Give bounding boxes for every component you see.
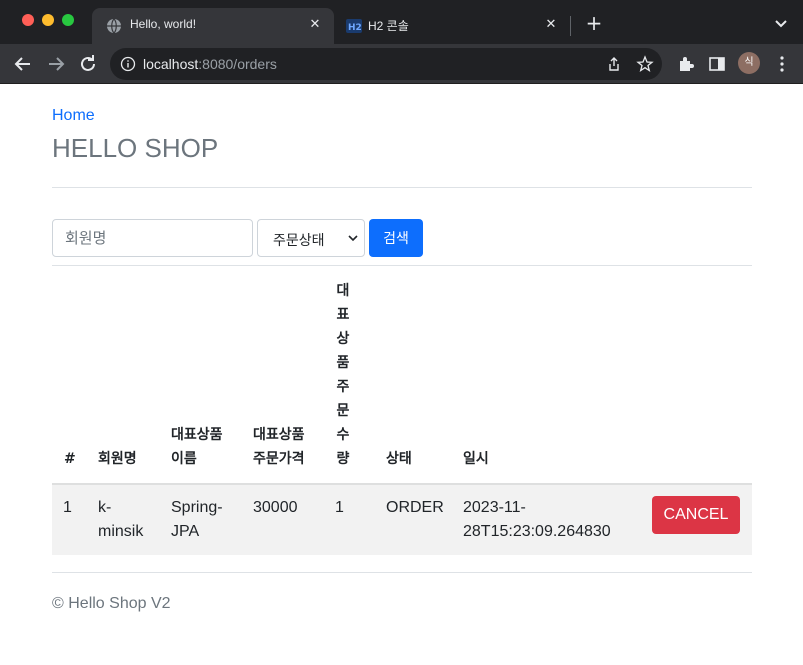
close-window-button[interactable] [22, 14, 34, 26]
footer-divider [52, 572, 752, 573]
cell-status: ORDER [386, 499, 444, 516]
url-host: localhost [143, 56, 199, 72]
col-header-item-name: 대표상품 이름 [171, 423, 223, 471]
header-char: 품 [336, 355, 350, 371]
tab-separator [570, 16, 571, 36]
cell-item-name: Spring- JPA [171, 496, 223, 544]
side-panel-icon[interactable] [707, 54, 727, 74]
member-name-input[interactable] [52, 219, 253, 257]
header-char: 대 [336, 283, 350, 299]
col-header-item-price: 대표상품 주문가격 [253, 423, 305, 471]
cancel-order-button[interactable]: CANCEL [652, 496, 740, 534]
cell-line: Spring- [171, 499, 223, 516]
header-char: 수 [336, 427, 350, 443]
header-divider [52, 187, 752, 188]
search-button[interactable]: 검색 [369, 219, 423, 257]
header-char: 표 [336, 307, 350, 323]
globe-icon [107, 18, 121, 34]
footer-text: © Hello Shop V2 [52, 595, 171, 612]
header-line: 이름 [171, 451, 197, 467]
header-char: 상 [336, 331, 350, 347]
table-row: 1 k- minsik Spring- JPA 30000 1 ORDER 20… [52, 485, 752, 555]
chevron-down-icon [348, 235, 358, 242]
tab-hello-world[interactable]: Hello, world! ✕ [92, 8, 334, 44]
tab-h2-console[interactable]: H2 H2 콘솔 ✕ [338, 8, 570, 44]
tab-strip: Hello, world! ✕ H2 H2 콘솔 ✕ + [0, 0, 803, 44]
info-icon[interactable] [120, 56, 136, 72]
svg-text:H2: H2 [348, 23, 362, 33]
close-tab-icon[interactable]: ✕ [542, 16, 560, 34]
reload-icon[interactable] [76, 52, 100, 76]
header-char: 주 [336, 379, 350, 395]
minimize-window-button[interactable] [42, 14, 54, 26]
back-arrow-icon[interactable] [11, 52, 35, 76]
extensions-puzzle-icon[interactable] [676, 54, 696, 74]
maximize-window-button[interactable] [62, 14, 74, 26]
url-path: :8080/orders [198, 56, 277, 72]
more-menu-icon[interactable] [774, 54, 790, 74]
col-header-status: 상태 [386, 451, 412, 467]
cell-line: 28T15:23:09.264830 [463, 523, 611, 540]
cell-index: 1 [63, 499, 72, 516]
address-bar[interactable]: localhost:8080/orders [110, 48, 662, 80]
share-icon[interactable] [606, 56, 622, 72]
header-line: 대표상품 [171, 427, 223, 443]
cell-line: JPA [171, 523, 200, 540]
header-char: 량 [336, 451, 350, 467]
header-char: 문 [336, 403, 350, 419]
browser-window: Hello, world! ✕ H2 H2 콘솔 ✕ + localhost:8… [0, 0, 803, 665]
cell-count: 1 [335, 499, 344, 516]
tab-title: H2 콘솔 [368, 19, 409, 33]
tab-title: Hello, world! [130, 17, 197, 31]
profile-avatar[interactable]: 식 [738, 52, 760, 74]
cell-member: k- minsik [98, 496, 143, 544]
cell-line: 2023-11- [463, 499, 526, 516]
home-link[interactable]: Home [52, 107, 95, 125]
header-line: 대표상품 [253, 427, 305, 443]
cell-date: 2023-11- 28T15:23:09.264830 [463, 496, 611, 544]
cell-line: minsik [98, 523, 144, 540]
page-content: Home HELLO SHOP 주문상태 검색 # 회원명 대표상품 이름 대표… [0, 85, 803, 665]
forward-arrow-icon[interactable] [44, 52, 68, 76]
close-tab-icon[interactable]: ✕ [306, 16, 324, 34]
chevron-down-icon[interactable] [772, 14, 790, 32]
header-line: 주문가격 [253, 451, 305, 467]
url-text: localhost:8080/orders [143, 56, 277, 72]
col-header-member: 회원명 [98, 451, 137, 467]
new-tab-button[interactable]: + [584, 13, 604, 33]
cell-line: k- [98, 499, 112, 516]
col-header-item-count: 대 표 상 품 주 문 수 량 [335, 279, 351, 471]
page-title: HELLO SHOP [52, 133, 219, 163]
order-status-select[interactable]: 주문상태 [257, 219, 365, 257]
h2-icon: H2 [346, 19, 362, 33]
star-icon[interactable] [636, 55, 654, 73]
browser-toolbar: localhost:8080/orders 식 [0, 44, 803, 84]
order-status-label: 주문상태 [273, 233, 325, 249]
cell-price: 30000 [253, 499, 298, 516]
col-header-index: # [64, 451, 76, 467]
search-divider [52, 265, 752, 266]
col-header-date: 일시 [463, 451, 489, 467]
